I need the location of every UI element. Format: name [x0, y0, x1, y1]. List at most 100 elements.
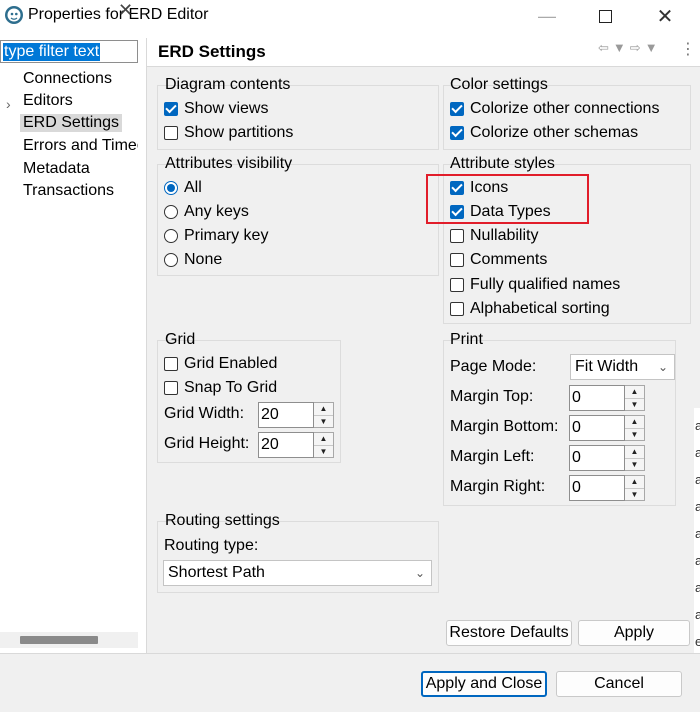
spinner-buttons: ▲ ▼ [625, 445, 645, 471]
visibility-primary-key-radio[interactable]: Primary key [164, 227, 268, 245]
style-fully-qualified-label: Fully qualified names [470, 276, 621, 293]
increment-icon[interactable]: ▲ [625, 386, 644, 399]
snap-to-grid-checkbox[interactable]: Snap To Grid [164, 379, 277, 397]
snap-to-grid-label: Snap To Grid [184, 379, 278, 396]
increment-icon[interactable]: ▲ [625, 446, 644, 459]
margin-bottom-label: Margin Bottom: [450, 418, 559, 435]
increment-icon[interactable]: ▲ [625, 476, 644, 489]
maximize-icon[interactable] [582, 0, 628, 32]
show-views-checkbox[interactable]: Show views [164, 100, 268, 118]
minimize-icon[interactable]: — [524, 0, 570, 32]
grid-width-input[interactable]: 20 [258, 402, 314, 428]
grid-width-spinner[interactable]: 20 ▲ ▼ [258, 402, 334, 428]
margin-top-spinner[interactable]: 0 ▲ ▼ [569, 385, 645, 411]
page-mode-value: Fit Width [575, 358, 639, 375]
visibility-all-radio[interactable]: All [164, 179, 202, 197]
margin-bottom-spinner[interactable]: 0 ▲ ▼ [569, 415, 645, 441]
filter-input[interactable]: type filter text [0, 40, 138, 63]
page-mode-select[interactable]: Fit Width ⌄ [570, 354, 675, 380]
margin-left-spinner[interactable]: 0 ▲ ▼ [569, 445, 645, 471]
radio-icon[interactable] [164, 253, 178, 267]
sidebar-item-erd-settings[interactable]: ERD Settings [20, 114, 123, 132]
apply-and-close-button[interactable]: Apply and Close [421, 671, 547, 697]
style-nullability-checkbox[interactable]: Nullability [450, 227, 538, 245]
checkbox-icon[interactable] [450, 278, 464, 292]
page-mode-label: Page Mode: [450, 358, 537, 375]
decrement-icon[interactable]: ▼ [625, 459, 644, 471]
margin-left-input[interactable]: 0 [569, 445, 625, 471]
margin-top-input[interactable]: 0 [569, 385, 625, 411]
more-options-icon[interactable]: ⋮ [680, 39, 696, 59]
margin-bottom-input[interactable]: 0 [569, 415, 625, 441]
diagram-contents-label: Diagram contents [165, 76, 291, 93]
increment-icon[interactable]: ▲ [314, 403, 333, 416]
radio-icon[interactable] [164, 181, 178, 195]
decrement-icon[interactable]: ▼ [625, 489, 644, 501]
forward-dropdown-icon[interactable]: ▼ [645, 40, 662, 55]
checkbox-icon[interactable] [450, 229, 464, 243]
close-icon[interactable]: ✕ [642, 0, 688, 32]
show-partitions-checkbox[interactable]: Show partitions [164, 124, 293, 142]
back-icon[interactable]: ⇦ [598, 40, 613, 55]
grid-height-spinner[interactable]: 20 ▲ ▼ [258, 432, 334, 458]
restore-defaults-button[interactable]: Restore Defaults [446, 620, 572, 646]
sidebar-item-editors[interactable]: Editors [23, 92, 73, 110]
grid-height-input[interactable]: 20 [258, 432, 314, 458]
checkbox-icon[interactable] [164, 126, 178, 140]
checkbox-icon[interactable] [450, 302, 464, 316]
history-navigation[interactable]: ⇦▼⇨▼ [598, 40, 662, 56]
decrement-icon[interactable]: ▼ [625, 429, 644, 441]
checkbox-icon[interactable] [164, 102, 178, 116]
checkbox-icon[interactable] [450, 102, 464, 116]
cancel-button[interactable]: Cancel [556, 671, 682, 697]
visibility-any-keys-radio[interactable]: Any keys [164, 203, 249, 221]
grid-height-label: Grid Height: [164, 435, 250, 452]
decrement-icon[interactable]: ▼ [625, 399, 644, 411]
background-text: a [695, 526, 700, 541]
colorize-connections-label: Colorize other connections [470, 100, 660, 117]
sidebar-item-metadata[interactable]: Metadata [23, 160, 90, 178]
decrement-icon[interactable]: ▼ [314, 446, 333, 458]
checkbox-icon[interactable] [164, 381, 178, 395]
routing-type-value: Shortest Path [168, 564, 265, 581]
increment-icon[interactable]: ▲ [314, 433, 333, 446]
decrement-icon[interactable]: ▼ [314, 416, 333, 428]
attributes-visibility-label: Attributes visibility [165, 155, 293, 172]
style-alphabetical-checkbox[interactable]: Alphabetical sorting [450, 300, 610, 318]
colorize-schemas-checkbox[interactable]: Colorize other schemas [450, 124, 638, 142]
checkbox-icon[interactable] [450, 126, 464, 140]
filter-text[interactable]: type filter text [3, 43, 101, 61]
annotation-highlight-box [426, 174, 589, 224]
checkbox-icon[interactable] [450, 253, 464, 267]
spinner-buttons: ▲ ▼ [625, 475, 645, 501]
style-fully-qualified-checkbox[interactable]: Fully qualified names [450, 276, 620, 294]
sidebar-item-connections[interactable]: Connections [23, 70, 112, 88]
margin-right-input[interactable]: 0 [569, 475, 625, 501]
increment-icon[interactable]: ▲ [625, 416, 644, 429]
sidebar-item-errors-and-timeouts[interactable]: Errors and Timeo [23, 137, 138, 155]
grid-width-label: Grid Width: [164, 405, 245, 422]
sidebar-item-transactions[interactable]: Transactions [23, 182, 114, 200]
margin-right-spinner[interactable]: 0 ▲ ▼ [569, 475, 645, 501]
colorize-connections-checkbox[interactable]: Colorize other connections [450, 100, 659, 118]
background-text: a [695, 499, 700, 514]
background-text: a [695, 445, 700, 460]
sidebar-scrollbar-thumb[interactable] [20, 636, 98, 644]
checkbox-icon[interactable] [164, 357, 178, 371]
radio-icon[interactable] [164, 229, 178, 243]
clear-filter-icon[interactable]: ✕ [118, 0, 133, 21]
forward-icon[interactable]: ⇨ [630, 40, 645, 55]
print-label: Print [450, 331, 483, 348]
grid-label: Grid [165, 331, 196, 348]
grid-enabled-label: Grid Enabled [184, 355, 278, 372]
style-comments-checkbox[interactable]: Comments [450, 251, 547, 269]
grid-enabled-checkbox[interactable]: Grid Enabled [164, 355, 277, 373]
radio-icon[interactable] [164, 205, 178, 219]
chevron-down-icon: ⌄ [414, 566, 425, 580]
apply-button[interactable]: Apply [578, 620, 690, 646]
visibility-none-radio[interactable]: None [164, 251, 222, 269]
chevron-right-icon[interactable]: › [6, 96, 11, 112]
back-dropdown-icon[interactable]: ▼ [613, 40, 630, 55]
margin-right-label: Margin Right: [450, 478, 546, 495]
routing-type-select[interactable]: Shortest Path ⌄ [163, 560, 432, 586]
